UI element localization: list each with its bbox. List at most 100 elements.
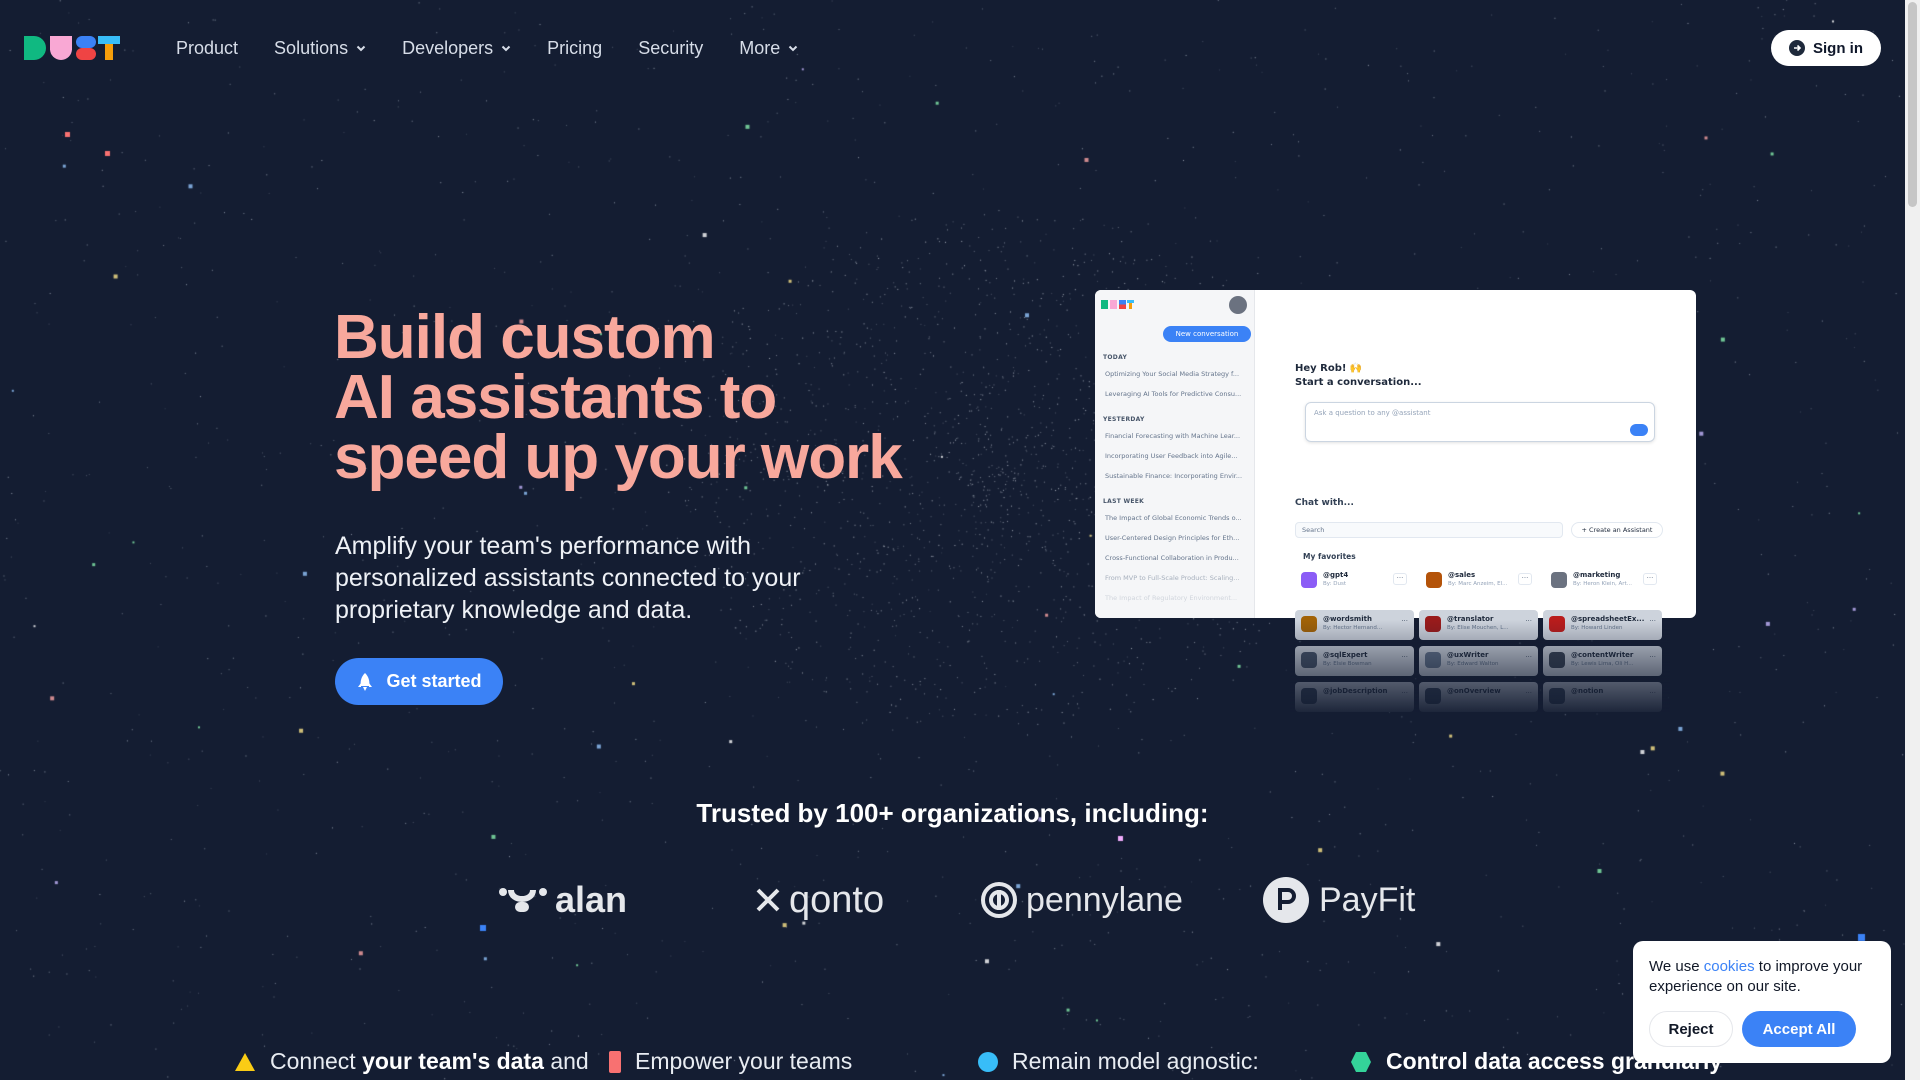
hero-title-line: AI assistants to — [334, 363, 777, 432]
pennylane-logo: pennylane — [980, 872, 1183, 928]
preview-ask-placeholder: Ask a question to any @assistant — [1314, 409, 1431, 417]
pennylane-mark-icon — [981, 882, 1017, 918]
agent-author: By: Heron Klein, Art... — [1573, 581, 1632, 587]
nav-item-security[interactable]: Security — [638, 36, 703, 60]
qonto-mark-icon — [756, 888, 780, 912]
preview-search-input: Search — [1295, 522, 1563, 538]
preview-create-assistant-label: Create an Assistant — [1589, 526, 1653, 534]
accept-all-cookies-button[interactable]: Accept All — [1742, 1011, 1856, 1047]
cookie-text: We use — [1649, 958, 1704, 975]
circle-icon — [978, 1051, 998, 1072]
preview-section-title: TODAY — [1103, 354, 1128, 361]
sign-in-icon — [1789, 40, 1805, 56]
preview-section-title: LAST WEEK — [1103, 498, 1145, 505]
feature-connect-data: Connect your team's data and — [234, 1048, 589, 1075]
hero-title-line: Build custom — [334, 303, 716, 372]
alan-mark-icon — [499, 888, 547, 912]
feature-text: Remain model agnostic: — [1012, 1048, 1259, 1074]
agent-name: @sales — [1448, 571, 1476, 579]
get-started-label: Get started — [386, 671, 482, 691]
preview-greeting: Hey Rob! 🙌 Start a conversation... — [1295, 362, 1422, 390]
preview-conversation-item: The Impact of Regulatory Environment... — [1105, 594, 1238, 602]
preview-plus-icon: + — [1581, 526, 1590, 534]
preview-ask-input: Ask a question to any @assistant — [1305, 402, 1655, 442]
nav-item-developers[interactable]: Developers — [402, 36, 511, 60]
scrollbar-thumb[interactable] — [1908, 2, 1917, 207]
nav-item-pricing[interactable]: Pricing — [547, 36, 602, 60]
preview-new-conversation-button: New conversation — [1163, 326, 1251, 342]
nav-links: Product Solutions Developers Pricing Securit… — [176, 36, 834, 60]
qonto-wordmark: qonto — [789, 878, 885, 921]
top-navigation: Product Solutions Developers Pricing Securit… — [0, 0, 1905, 96]
hero-title-line: speed up your work — [334, 423, 903, 492]
rocket-icon — [358, 672, 373, 691]
preview-conversation-item: User-Centered Design Principles for Eth.… — [1105, 534, 1240, 542]
preview-conversation-item: Leveraging AI Tools for Predictive Consu… — [1105, 390, 1242, 398]
chevron-down-icon — [356, 45, 366, 52]
qonto-logo: qonto — [755, 872, 884, 928]
preview-conversation-item: The Impact of Global Economic Trends o..… — [1105, 514, 1242, 522]
agent-avatar — [1301, 572, 1317, 588]
agent-name: @marketing — [1573, 571, 1621, 579]
nav-item-solutions[interactable]: Solutions — [274, 36, 366, 60]
trusted-heading: Trusted by 100+ organizations, including… — [696, 798, 1209, 828]
feature-bold-text: your team's data — [362, 1048, 544, 1074]
payfit-wordmark: PayFit — [1319, 880, 1416, 919]
preview-dust-logo — [1101, 300, 1134, 309]
preview-favorite-agent: @gpt4 By: Dust ··· — [1295, 566, 1413, 594]
sign-in-label: Sign in — [1813, 39, 1863, 57]
agent-author: By: Dust — [1323, 581, 1346, 587]
nav-item-label: Security — [638, 37, 704, 58]
preview-user-avatar — [1229, 296, 1247, 314]
preview-greeting-line: Hey Rob! 🙌 — [1295, 363, 1363, 374]
page-scrollbar[interactable] — [1905, 0, 1920, 1080]
payfit-logo: PayFit — [1263, 872, 1415, 928]
hexagon-icon — [1351, 1051, 1371, 1072]
feature-empower-teams: Empower your teams — [609, 1048, 852, 1075]
nav-item-label: Product — [176, 37, 239, 58]
preview-conversation-item: Financial Forecasting with Machine Lear.… — [1105, 432, 1241, 440]
preview-favorite-agent: @sales By: Marc Anzeim, El... ··· — [1420, 566, 1538, 594]
nav-item-product[interactable]: Product — [176, 36, 238, 60]
app-preview-screenshot: New conversation TODAY Optimizing Your So… — [1095, 290, 1696, 618]
payfit-mark-icon — [1263, 877, 1309, 923]
preview-chat-with: Chat with... — [1295, 498, 1354, 508]
preview-section-title: YESTERDAY — [1103, 416, 1145, 423]
agent-avatar — [1426, 572, 1442, 588]
feature-text: Connect — [270, 1048, 363, 1074]
preview-main: Hey Rob! 🙌 Start a conversation... Ask a… — [1255, 290, 1696, 618]
feature-model-agnostic: Remain model agnostic: — [978, 1048, 1259, 1075]
preview-start-line: Start a conversation... — [1295, 377, 1422, 388]
preview-conversation-item: From MVP to Full-Scale Product: Scaling.… — [1105, 574, 1240, 582]
agent-name: @gpt4 — [1323, 571, 1349, 579]
preview-conversation-item: Optimizing Your Social Media Strategy f.… — [1105, 370, 1240, 378]
agent-avatar — [1551, 572, 1567, 588]
preview-sidebar: New conversation TODAY Optimizing Your So… — [1095, 290, 1255, 618]
get-started-button[interactable]: Get started — [335, 658, 503, 705]
dust-logo[interactable] — [24, 36, 120, 60]
reject-cookies-button[interactable]: Reject — [1649, 1011, 1733, 1047]
nav-item-label: Solutions — [274, 37, 349, 58]
preview-conversation-item: Incorporating User Feedback into Agile..… — [1105, 452, 1238, 460]
chevron-down-icon — [789, 45, 798, 52]
preview-favorites-title: My favorites — [1303, 552, 1356, 561]
more-icon: ··· — [1518, 573, 1532, 585]
preview-conversation-item: Cross-Functional Collaboration in Produ.… — [1105, 554, 1239, 562]
pennylane-wordmark: pennylane — [1026, 880, 1183, 919]
triangle-icon — [235, 1052, 255, 1071]
feature-text: Empower your teams — [635, 1048, 853, 1074]
alan-logo: alan — [497, 872, 627, 928]
customer-logos: alan qonto pennylane PayFit — [0, 872, 1905, 928]
nav-item-more[interactable]: More — [739, 36, 798, 60]
nav-item-label: More — [739, 37, 781, 58]
preview-favorite-agent: @marketing By: Heron Klein, Art... ··· — [1545, 566, 1663, 594]
sign-in-button[interactable]: Sign in — [1771, 30, 1881, 66]
preview-send-icon — [1630, 424, 1648, 436]
cookie-message: We use cookies to improve your experienc… — [1649, 957, 1879, 997]
hero-title: Build custom AI assistants to speed up y… — [334, 303, 903, 492]
feature-text: and — [543, 1048, 589, 1074]
cookie-banner: We use cookies to improve your experienc… — [1633, 941, 1891, 1063]
preview-conversation-item: Sustainable Finance: Incorporating Envir… — [1105, 472, 1243, 480]
cookies-link[interactable]: cookies — [1704, 958, 1755, 975]
nav-item-label: Developers — [402, 37, 494, 58]
